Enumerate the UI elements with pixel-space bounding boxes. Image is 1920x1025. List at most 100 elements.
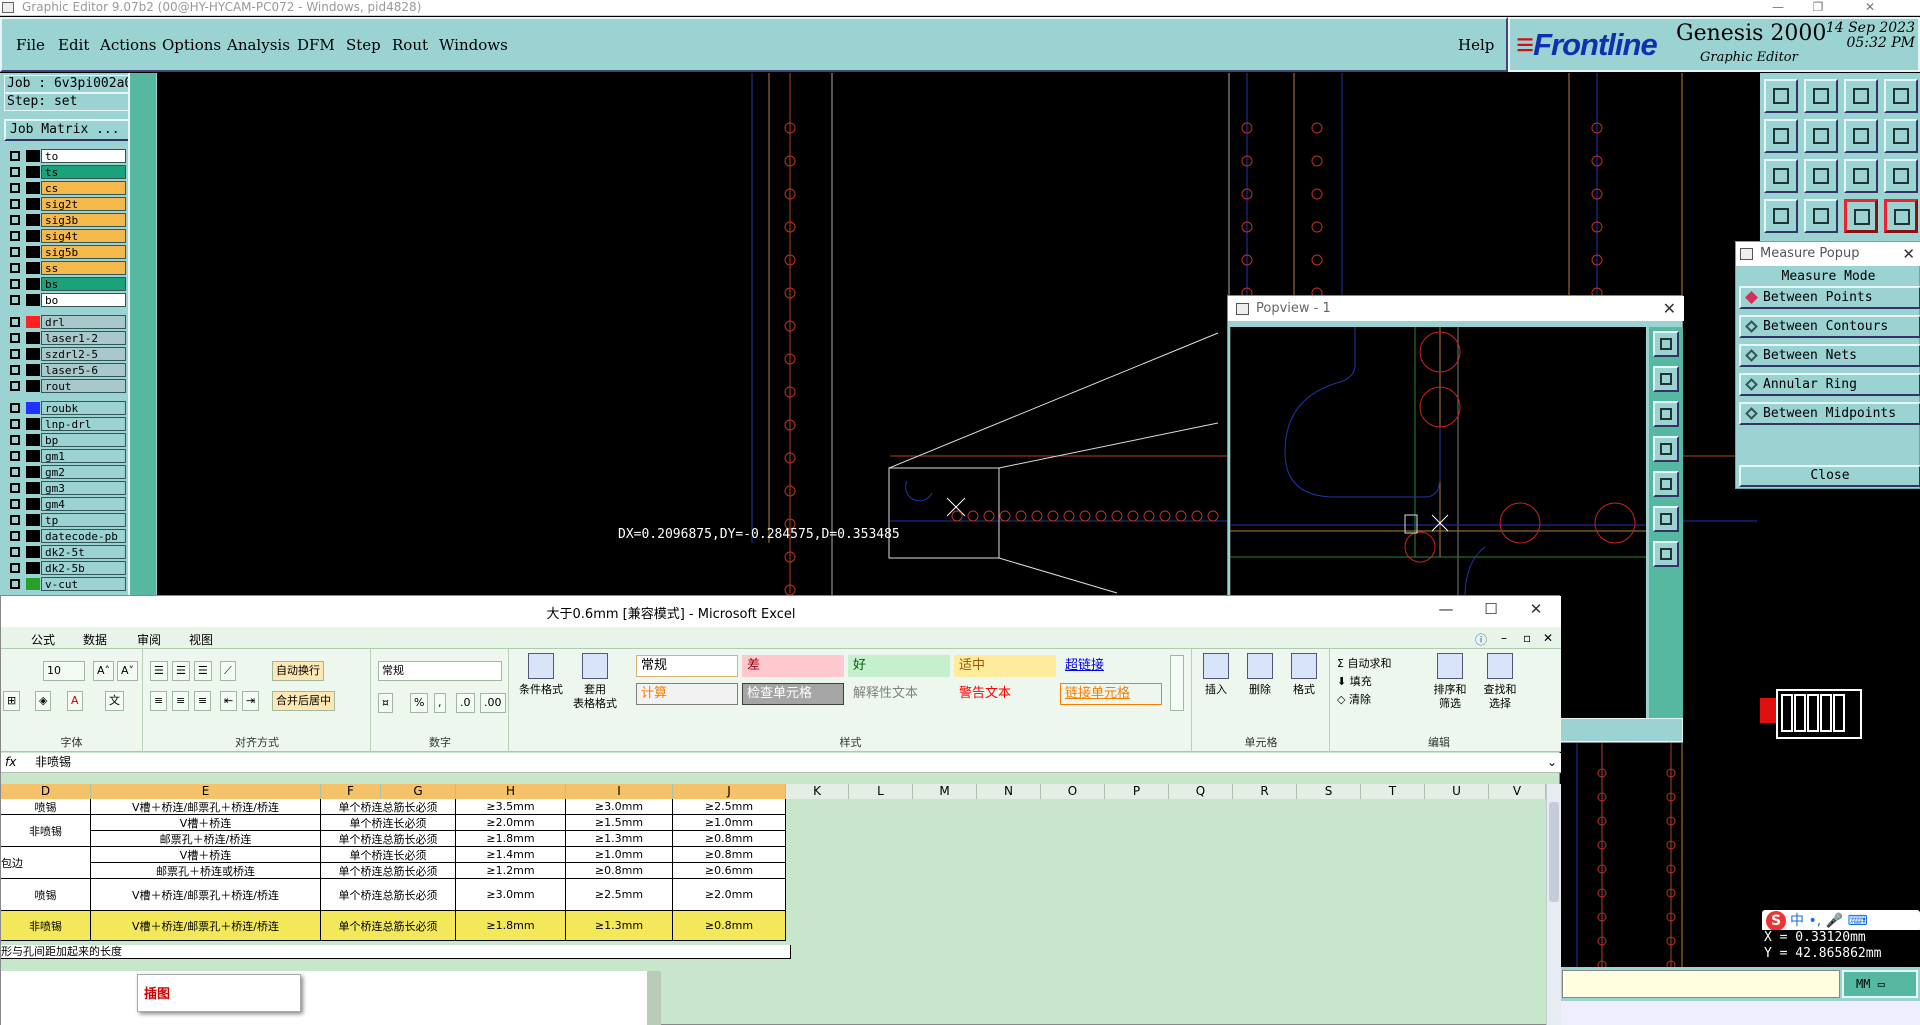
column-header[interactable]: R	[1233, 784, 1297, 799]
layer-row[interactable]: bo	[4, 293, 126, 307]
embedded-image[interactable]	[1, 971, 661, 1025]
column-header[interactable]: P	[1105, 784, 1169, 799]
layer-name[interactable]: v-cut	[41, 577, 126, 591]
indent-icon[interactable]: ⇥	[242, 691, 260, 711]
tool-button[interactable]	[1884, 119, 1918, 153]
table-cell[interactable]: ≥3.0mm	[566, 799, 673, 815]
increase-decimal-icon[interactable]: .0	[456, 693, 475, 713]
tool-button[interactable]	[1884, 159, 1918, 193]
table-cell[interactable]: ≥3.5mm	[456, 799, 566, 815]
insert-button[interactable]: 插入	[1193, 653, 1239, 697]
wrap-text-button[interactable]: 自动换行	[272, 661, 324, 681]
measure-option[interactable]: Between Contours	[1739, 315, 1920, 338]
layer-row[interactable]: bp	[4, 433, 126, 447]
fill-color-icon[interactable]: ◈	[35, 691, 52, 711]
column-header[interactable]: M	[913, 784, 977, 799]
cell-style[interactable]: 计算	[636, 683, 738, 705]
cell-style[interactable]: 好	[848, 655, 950, 677]
table-cell[interactable]: V槽＋桥连/邮票孔＋桥连/桥连	[91, 911, 321, 941]
layer-checkbox[interactable]	[10, 279, 20, 289]
menu-rout[interactable]: Rout	[392, 36, 428, 54]
table-cell[interactable]: V槽＋桥连/邮票孔＋桥连/桥连	[91, 799, 321, 815]
column-header[interactable]: I	[566, 784, 673, 799]
layer-row[interactable]: datecode-pb	[4, 529, 126, 543]
layer-name[interactable]: bo	[41, 293, 126, 307]
menu-file[interactable]: File	[16, 36, 45, 54]
layer-name[interactable]: sig5b	[41, 245, 126, 259]
column-header[interactable]: V	[1489, 784, 1546, 799]
font-size-select[interactable]: 10	[43, 661, 85, 681]
table-cell[interactable]: ≥0.6mm	[673, 863, 786, 879]
tab-formulas[interactable]: 公式	[31, 631, 55, 648]
cell-style[interactable]: 差	[742, 655, 844, 677]
layer-name[interactable]: rout	[41, 379, 126, 393]
layer-checkbox[interactable]	[10, 183, 20, 193]
table-cell[interactable]: ≥1.0mm	[673, 815, 786, 831]
find-select-button[interactable]: 查找和 选择	[1477, 653, 1523, 711]
close-icon[interactable]: ✕	[1850, 0, 1890, 15]
layer-checkbox[interactable]	[10, 467, 20, 477]
measure-option[interactable]: Annular Ring	[1739, 373, 1920, 396]
layer-checkbox[interactable]	[10, 435, 20, 445]
decrease-decimal-icon[interactable]: .00	[480, 693, 506, 713]
number-format-select[interactable]: 常规	[378, 661, 502, 681]
layer-name[interactable]: ss	[41, 261, 126, 275]
table-cell[interactable]: 非喷锡	[1, 815, 91, 847]
layer-checkbox[interactable]	[10, 531, 20, 541]
table-cell[interactable]: ≥1.0mm	[566, 847, 673, 863]
table-cell[interactable]: ≥1.4mm	[456, 847, 566, 863]
ribbon-close-icon[interactable]: ✕	[1543, 631, 1553, 645]
layer-name[interactable]: ts	[41, 165, 126, 179]
layer-checkbox[interactable]	[10, 151, 20, 161]
layer-name[interactable]: gm1	[41, 449, 126, 463]
close-icon[interactable]: ✕	[1902, 242, 1915, 266]
layer-checkbox[interactable]	[10, 199, 20, 209]
tool-button[interactable]	[1764, 79, 1798, 113]
delete-button[interactable]: 删除	[1237, 653, 1283, 697]
layer-row[interactable]: sig3b	[4, 213, 126, 227]
tab-data[interactable]: 数据	[83, 631, 107, 648]
minimize-icon[interactable]: —	[1431, 600, 1461, 618]
align-top-icon[interactable]: ☰	[150, 661, 168, 681]
column-header[interactable]: E	[91, 784, 321, 799]
layer-name[interactable]: gm2	[41, 465, 126, 479]
tool-button[interactable]	[1884, 79, 1918, 113]
layer-row[interactable]: dk2-5b	[4, 561, 126, 575]
orientation-icon[interactable]: ⟋	[220, 661, 236, 681]
layer-name[interactable]: bp	[41, 433, 126, 447]
close-icon[interactable]: ✕	[1521, 600, 1551, 618]
layer-row[interactable]: roubk	[4, 401, 126, 415]
layer-row[interactable]: rout	[4, 379, 126, 393]
layer-checkbox[interactable]	[10, 547, 20, 557]
column-header[interactable]: K	[786, 784, 849, 799]
column-header[interactable]: S	[1297, 784, 1361, 799]
cell-style[interactable]: 常规	[636, 655, 738, 677]
gallery-scroll[interactable]	[1170, 655, 1184, 711]
phonetic-icon[interactable]: 文	[105, 691, 124, 711]
menu-actions[interactable]: Actions	[100, 36, 156, 54]
measure-option[interactable]: Between Nets	[1739, 344, 1920, 367]
layer-checkbox[interactable]	[10, 231, 20, 241]
align-bottom-icon[interactable]: ☰	[194, 661, 212, 681]
font-color-icon[interactable]: A	[67, 691, 83, 711]
tool-button[interactable]	[1764, 159, 1798, 193]
align-middle-icon[interactable]: ☰	[172, 661, 190, 681]
layer-row[interactable]: cs	[4, 181, 126, 195]
table-cell[interactable]: ≥2.0mm	[673, 879, 786, 911]
layer-name[interactable]: sig2t	[41, 197, 126, 211]
column-header[interactable]: J	[673, 784, 786, 799]
layer-name[interactable]: laser5-6	[41, 363, 126, 377]
table-cell[interactable]: 单个桥连总筋长必须	[321, 799, 456, 815]
table-cell[interactable]: 单个桥连总筋长必须	[321, 863, 456, 879]
menu-step[interactable]: Step	[346, 36, 381, 54]
table-cell[interactable]: ≥2.0mm	[456, 815, 566, 831]
cell-style[interactable]: 超链接	[1060, 655, 1162, 677]
layer-row[interactable]: sig4t	[4, 229, 126, 243]
tool-button[interactable]	[1804, 199, 1838, 233]
format-as-table-button[interactable]: 套用 表格格式	[572, 653, 618, 711]
ribbon-minimize-icon[interactable]: –	[1501, 631, 1507, 645]
layer-row[interactable]: laser5-6	[4, 363, 126, 377]
tab-view[interactable]: 视图	[189, 631, 213, 648]
table-cell[interactable]: ≥2.5mm	[673, 799, 786, 815]
layer-name[interactable]: sig4t	[41, 229, 126, 243]
